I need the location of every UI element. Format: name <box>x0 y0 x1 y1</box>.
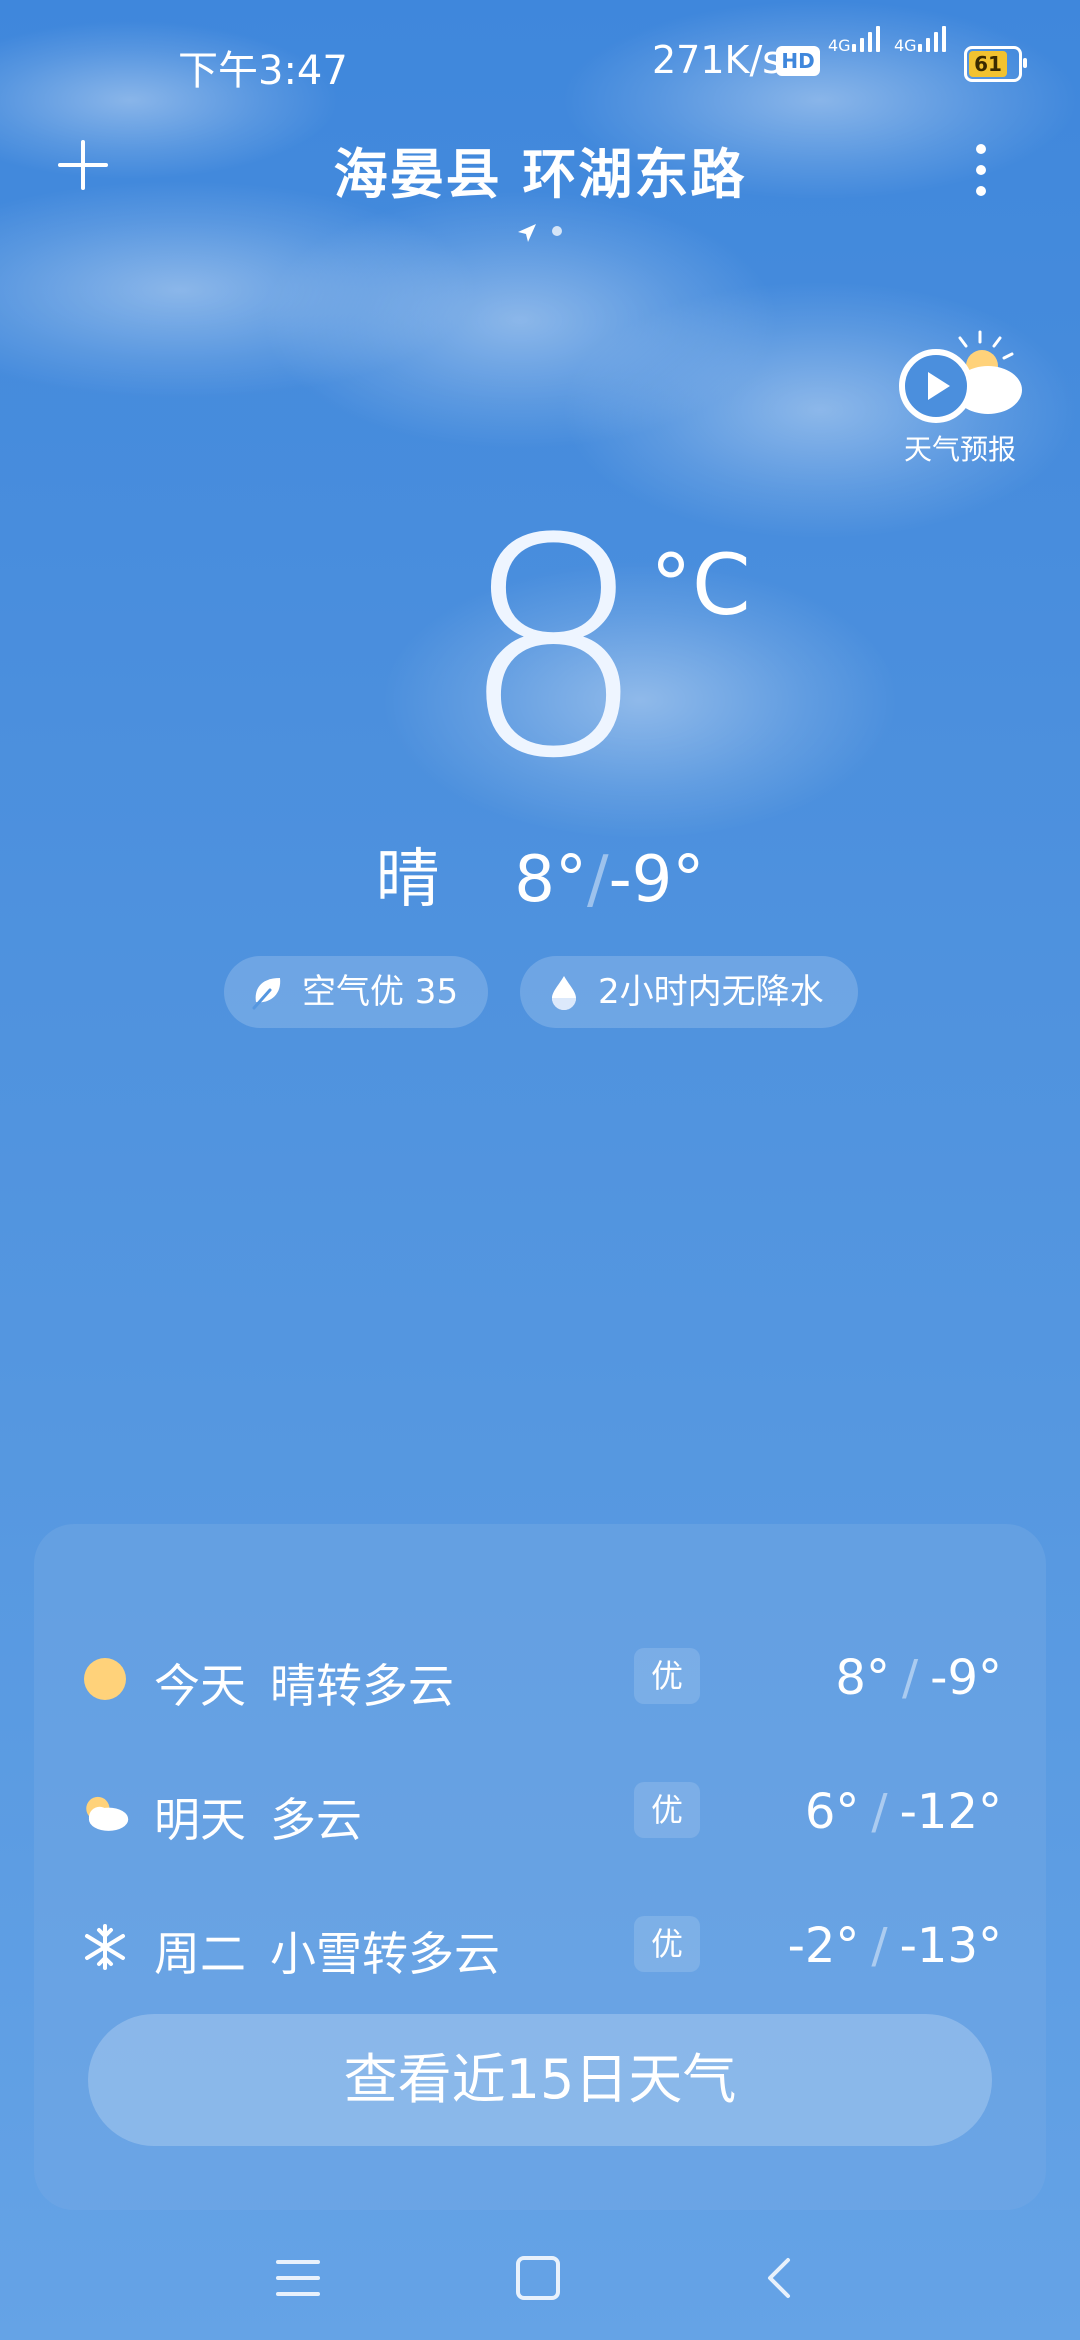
hd-badge: HD <box>776 46 820 76</box>
air-quality-text: 空气优 35 <box>302 972 459 1012</box>
signal-network-label: 4G <box>828 36 851 55</box>
aqi-badge: 优 <box>634 1916 700 1972</box>
precipitation-text: 2小时内无降水 <box>598 972 824 1012</box>
snow-icon <box>85 1924 125 1970</box>
condition-text: 晴 <box>375 843 440 917</box>
forecast-day-label: 今天 晴转多云 <box>154 1659 454 1713</box>
play-weather-icon <box>899 330 1022 423</box>
location-arrow-icon <box>518 224 536 242</box>
precipitation-chip[interactable]: 2小时内无降水 <box>520 956 858 1028</box>
forecast-day-label: 明天 多云 <box>154 1793 362 1847</box>
temperature-unit: °C <box>650 536 751 634</box>
today-high: 8° <box>514 843 588 917</box>
weather-forecast-label: 天气预报 <box>903 433 1016 466</box>
aqi-badge: 优 <box>634 1648 700 1704</box>
forecast-day-label: 周二 小雪转多云 <box>154 1927 500 1981</box>
leaf-icon <box>252 978 281 1010</box>
home-button[interactable] <box>516 2256 560 2300</box>
cloudy-icon <box>86 1796 129 1831</box>
current-condition-summary: 晴 8°/-9° <box>375 843 705 917</box>
system-navigation-bar <box>0 2240 1080 2340</box>
aqi-badge: 优 <box>634 1782 700 1838</box>
air-quality-chip[interactable]: 空气优 35 <box>224 956 488 1028</box>
forecast-row-tomorrow[interactable]: 明天 多云 优 6° / -12° <box>34 1764 1046 1854</box>
status-time: 下午3:47 <box>178 48 348 94</box>
forecast-row-tuesday[interactable]: 周二 小雪转多云 优 -2° / -13° <box>34 1898 1046 1988</box>
water-drop-icon <box>552 976 576 1010</box>
page-indicator <box>516 222 576 242</box>
page-dot <box>552 226 562 236</box>
battery-level: 61 <box>969 51 1007 77</box>
recent-apps-button[interactable] <box>276 2258 320 2298</box>
battery-icon: 61 <box>964 46 1027 82</box>
status-bar: 下午3:47 271K/s HD 4G 4G 61 <box>0 0 1080 120</box>
network-speed: 271K/s <box>652 38 783 82</box>
sun-icon <box>84 1658 126 1700</box>
forecast-temp-range: -2° / -13° <box>787 1918 1002 1974</box>
current-temperature: 8 <box>458 475 649 824</box>
forecast-row-today[interactable]: 今天 晴转多云 优 8° / -9° <box>34 1630 1046 1720</box>
today-low: -9° <box>608 843 705 917</box>
forecast-temp-range: 6° / -12° <box>804 1784 1002 1840</box>
back-button[interactable] <box>760 2254 800 2302</box>
more-menu-button[interactable] <box>970 140 990 200</box>
daily-forecast-card: 今天 晴转多云 优 8° / -9° 明天 多云 优 6° / -12° 周二 … <box>34 1524 1046 2210</box>
forecast-temp-range: 8° / -9° <box>835 1650 1002 1706</box>
signal-network-label: 4G <box>894 36 917 55</box>
weather-forecast-video-button[interactable]: 天气预报 <box>890 328 1030 468</box>
view-15-day-forecast-button[interactable]: 查看近15日天气 <box>88 2014 992 2146</box>
location-title[interactable]: 海晏县 环湖东路 <box>0 130 1080 209</box>
